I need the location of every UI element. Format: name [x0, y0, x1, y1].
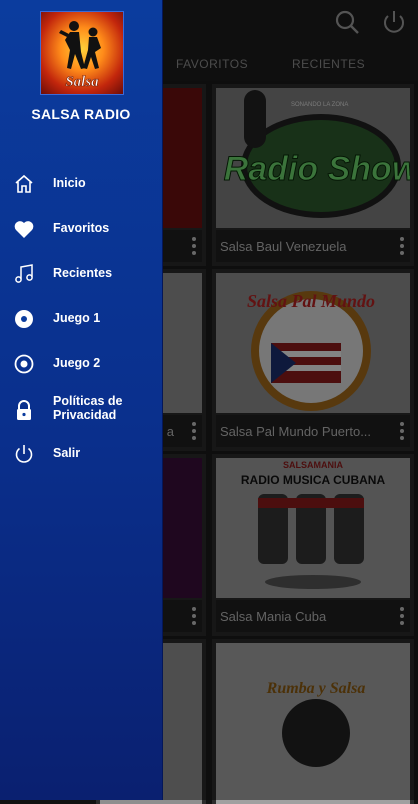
radio-button-icon — [14, 354, 34, 374]
power-icon — [15, 445, 33, 463]
svg-text:Salsa: Salsa — [65, 74, 99, 90]
music-note-icon — [15, 264, 33, 283]
heart-icon — [14, 221, 34, 238]
app-name: SALSA RADIO — [31, 106, 131, 122]
menu-item-inicio[interactable]: Inicio — [0, 164, 162, 204]
menu-item-juego-2[interactable]: Juego 2 — [0, 344, 162, 384]
menu-item-favoritos[interactable]: Favoritos — [0, 209, 162, 249]
lock-icon — [17, 400, 31, 420]
menu-item-label: Favoritos — [53, 221, 110, 235]
menu-item-label: Salir — [53, 446, 81, 460]
menu-item-juego-1[interactable]: Juego 1 — [0, 299, 162, 339]
menu-item-label: Recientes — [53, 266, 113, 280]
navigation-drawer: Salsa SALSA RADIO Inicio Favoritos Recie… — [0, 0, 163, 800]
menu-item-label: Inicio — [53, 176, 86, 190]
app-logo: Salsa — [40, 11, 124, 95]
menu-item-label: Juego 1 — [53, 311, 101, 325]
dancers-icon: Salsa — [59, 21, 101, 90]
menu-item-salir[interactable]: Salir — [0, 434, 162, 474]
menu-item-label: Juego 2 — [53, 356, 101, 370]
disc-icon — [15, 310, 33, 328]
menu-item-recientes[interactable]: Recientes — [0, 254, 162, 294]
home-icon — [15, 174, 33, 193]
menu-item-privacidad[interactable]: Políticas de Privacidad — [0, 389, 162, 431]
menu-item-label: Políticas de Privacidad — [53, 394, 123, 422]
